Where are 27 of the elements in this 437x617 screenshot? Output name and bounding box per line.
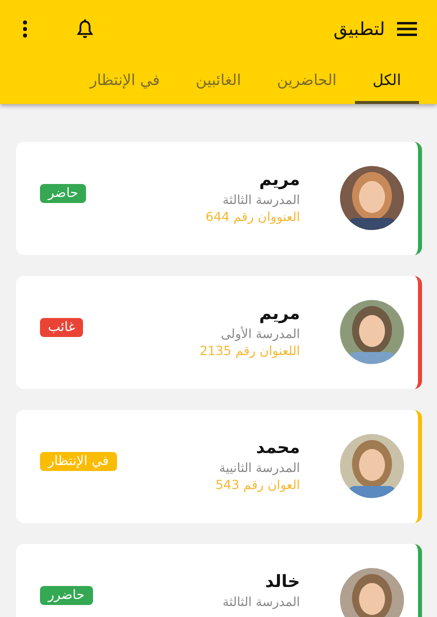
status-badge: حاضرر bbox=[40, 586, 92, 605]
tab[interactable]: في الإنتظار bbox=[72, 58, 178, 104]
student-name: محمد bbox=[255, 438, 300, 458]
student-card[interactable]: مريم المدرسة الثالثة العنووان رقم 644 حاضر bbox=[16, 142, 422, 255]
school-name: المدرسة الثالثة bbox=[222, 192, 300, 207]
menu-icon[interactable] bbox=[397, 21, 417, 37]
app-title: لتطبيق bbox=[333, 18, 385, 40]
tab[interactable]: الكل bbox=[354, 58, 419, 104]
school-name: المدرسة الثالثة bbox=[222, 594, 300, 609]
status-badge: غائب bbox=[40, 318, 84, 337]
tab[interactable]: الغائبين bbox=[178, 58, 259, 104]
tab[interactable]: الحاضرين bbox=[259, 58, 355, 104]
address-text: العوان رقم 543 bbox=[215, 477, 300, 492]
student-card[interactable]: خالد المدرسة الثالثة حاضرر bbox=[16, 544, 422, 617]
status-badge: حاضر bbox=[40, 184, 86, 203]
address-text: العنووان رقم 644 bbox=[206, 209, 300, 224]
address-text: اللعنوان رقم 2135 bbox=[200, 343, 300, 358]
bell-icon[interactable] bbox=[76, 19, 94, 39]
student-name: مريم bbox=[258, 170, 300, 190]
student-card[interactable]: مريم المدرسة الأولى اللعنوان رقم 2135 غائب bbox=[16, 276, 422, 389]
status-badge: في الإنتظار bbox=[40, 452, 117, 471]
student-card[interactable]: محمد المدرسة الثانيية العوان رقم 543 في الإنتظار bbox=[16, 410, 422, 523]
more-icon[interactable] bbox=[22, 20, 28, 38]
student-name: خالد bbox=[264, 572, 300, 592]
school-name: المدرسة الثانيية bbox=[218, 460, 300, 475]
student-name: مريم bbox=[258, 304, 300, 324]
school-name: المدرسة الأولى bbox=[220, 326, 300, 341]
